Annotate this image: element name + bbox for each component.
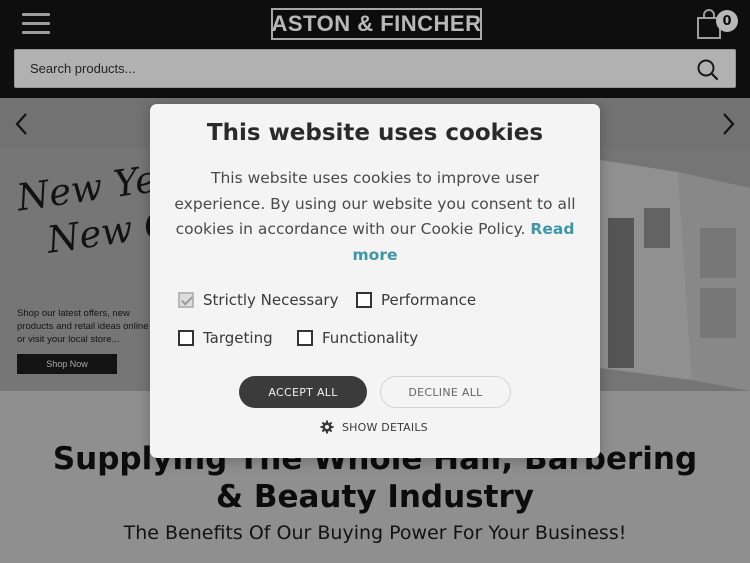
cookie-body-text: This website uses cookies to improve use… bbox=[174, 169, 576, 238]
show-details-toggle[interactable]: SHOW DETAILS bbox=[320, 420, 428, 434]
cookie-dialog-title: This website uses cookies bbox=[206, 120, 544, 146]
performance-checkbox[interactable]: Performance bbox=[356, 291, 476, 309]
cookie-dialog-body: This website uses cookies to improve use… bbox=[170, 166, 580, 268]
decline-all-button[interactable]: DECLINE ALL bbox=[380, 376, 511, 408]
targeting-label: Targeting bbox=[203, 329, 273, 347]
checkbox-unchecked bbox=[178, 330, 194, 346]
accept-all-button[interactable]: ACCEPT ALL bbox=[239, 376, 367, 408]
functionality-checkbox[interactable]: Functionality bbox=[297, 329, 418, 347]
checkbox-checked bbox=[178, 292, 194, 308]
cookie-consent-dialog: This website uses cookies This website u… bbox=[150, 104, 600, 458]
show-details-label: SHOW DETAILS bbox=[342, 420, 428, 434]
gear-icon bbox=[320, 420, 334, 434]
checkbox-unchecked bbox=[297, 330, 313, 346]
checkbox-unchecked bbox=[356, 292, 372, 308]
strictly-necessary-checkbox[interactable]: Strictly Necessary bbox=[178, 291, 338, 309]
functionality-label: Functionality bbox=[322, 329, 419, 347]
strictly-necessary-label: Strictly Necessary bbox=[203, 291, 339, 309]
performance-label: Performance bbox=[381, 291, 477, 309]
targeting-checkbox[interactable]: Targeting bbox=[178, 329, 273, 347]
